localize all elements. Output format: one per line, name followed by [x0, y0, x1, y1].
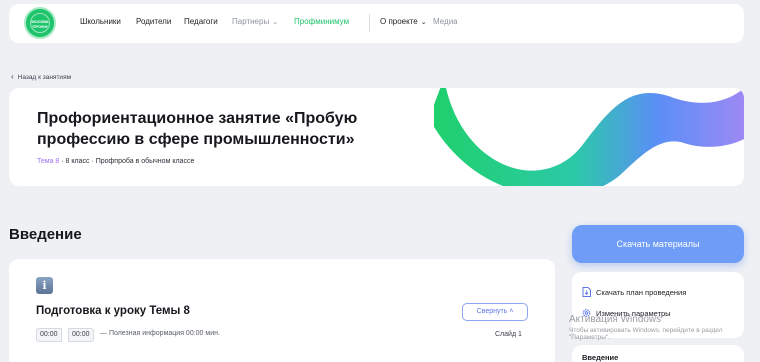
time-minutes: 00:00 [36, 328, 62, 342]
nav-item-about[interactable]: О проекте ⌄ [380, 17, 427, 26]
nav-item-partners[interactable]: Партнеры ⌄ [232, 17, 278, 26]
back-to-lessons-link[interactable]: ‹ Назад к занятиям [11, 72, 71, 81]
time-note: — Полезная информация 00:00 мин. [100, 330, 220, 337]
download-file-icon [582, 287, 591, 297]
nav-item-about-label: О проекте [380, 17, 418, 26]
nav-item-parents[interactable]: Родители [136, 17, 171, 26]
section-title: Введение [9, 226, 82, 243]
watermark-line2: Чтобы активировать Windows, перейдите в … [569, 327, 723, 334]
slide-indicator: Слайд 1 [495, 331, 522, 338]
outline-item-intro[interactable]: Введение [582, 353, 618, 362]
top-navbar: МОСКВА ПРОФИ Школьники Родители Педагоги… [9, 4, 744, 43]
nav-item-partners-label: Партнеры [232, 17, 270, 26]
step-title: Подготовка к уроку Темы 8 [36, 305, 190, 317]
download-plan-label: Скачать план проведения [596, 288, 687, 297]
chevron-down-icon: ⌄ [420, 19, 427, 26]
nav-divider [369, 14, 370, 32]
collapse-button[interactable]: Свернуть ˄ [462, 303, 528, 321]
logo[interactable]: МОСКВА ПРОФИ [24, 7, 56, 39]
logo-text-line2: ПРОФИ [32, 24, 48, 29]
nav-item-profminimum[interactable]: Профминимум [294, 17, 349, 26]
lesson-step-card: i Подготовка к уроку Темы 8 Свернуть ˄ 0… [9, 259, 555, 362]
page-title: Профориентационное занятие «Пробую профе… [37, 110, 358, 148]
windows-activation-watermark: Активация Windows Чтобы активировать Win… [569, 314, 723, 341]
lesson-meta: Тема 8 · 8 класс · Профпроба в обычном к… [37, 158, 194, 165]
hero-decorative-graphic [434, 88, 744, 186]
collapse-button-label: Свернуть [476, 308, 508, 315]
chevron-up-icon: ˄ [509, 308, 514, 315]
back-link-label: Назад к занятиям [17, 74, 72, 81]
nav-item-media[interactable]: Медиа [433, 17, 458, 26]
lesson-meta-text: · 8 класс · Профпроба в обычном классе [59, 158, 195, 165]
download-materials-button[interactable]: Скачать материалы [572, 225, 744, 263]
lesson-hero-banner: Профориентационное занятие «Пробую профе… [9, 88, 744, 186]
chevron-left-icon: ‹ [11, 72, 14, 81]
download-plan-link[interactable]: Скачать план проведения [582, 287, 686, 297]
chevron-down-icon: ⌄ [272, 19, 279, 26]
nav-item-teachers[interactable]: Педагоги [184, 17, 218, 26]
watermark-title: Активация Windows [569, 314, 662, 325]
sidebar-outline-card: Введение [572, 345, 744, 362]
info-icon: i [36, 277, 53, 294]
watermark-line3: "Параметры". [569, 334, 611, 341]
time-seconds: 00:00 [68, 328, 94, 342]
nav-item-students[interactable]: Школьники [80, 17, 121, 26]
topic-tag: Тема 8 [37, 158, 60, 165]
